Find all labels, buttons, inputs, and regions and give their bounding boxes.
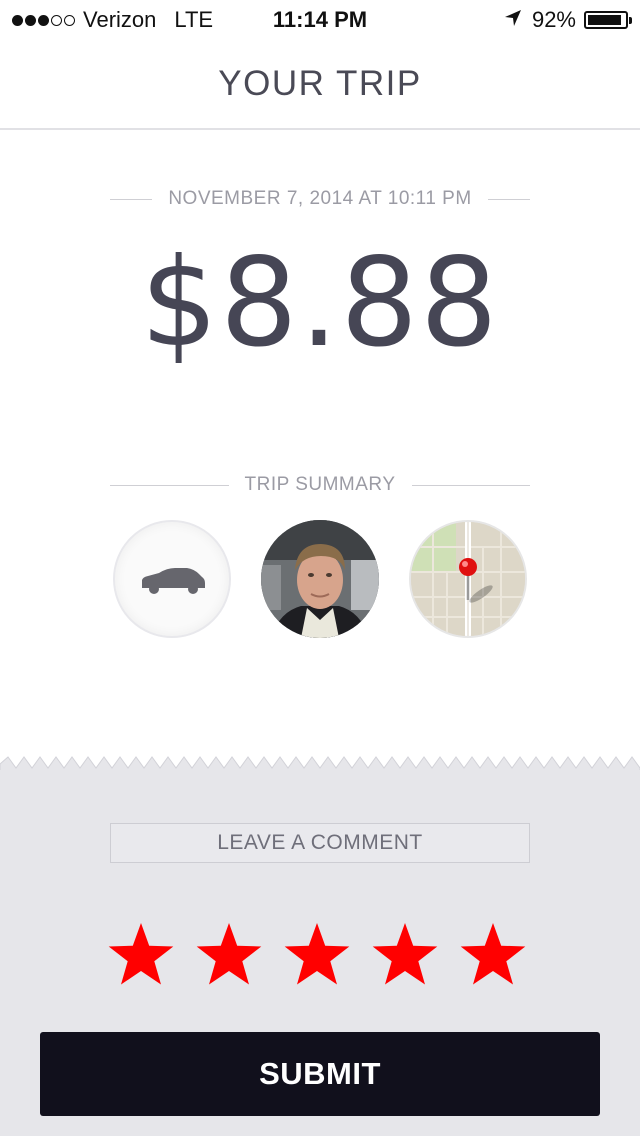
route-map-button[interactable]: [409, 520, 527, 638]
leave-comment-button[interactable]: LEAVE A COMMENT: [110, 823, 530, 863]
trip-datetime: NOVEMBER 7, 2014 AT 10:11 PM: [168, 188, 472, 209]
driver-summary-button[interactable]: [261, 520, 379, 638]
trip-summary-heading: TRIP SUMMARY: [110, 470, 530, 500]
battery-percent: 92%: [531, 7, 576, 32]
trip-fare: $8.88: [140, 232, 500, 374]
driver-photo: [261, 520, 379, 638]
vehicle-summary-button[interactable]: [113, 520, 231, 638]
page-title: YOUR TRIP: [218, 64, 422, 103]
status-bar-right: 92%: [504, 6, 632, 34]
divider-line: [411, 484, 530, 486]
divider-line: [110, 198, 153, 200]
battery-icon: [584, 11, 632, 29]
star-1-icon[interactable]: [106, 920, 176, 990]
star-5-icon[interactable]: [458, 920, 528, 990]
trip-date-heading: NOVEMBER 7, 2014 AT 10:11 PM: [110, 184, 530, 214]
star-rating[interactable]: [106, 920, 536, 990]
map-pin-icon: [411, 522, 525, 636]
star-3-icon[interactable]: [282, 920, 352, 990]
divider-line: [110, 484, 229, 486]
star-4-icon[interactable]: [370, 920, 440, 990]
submit-button[interactable]: SUBMIT: [40, 1032, 600, 1116]
car-icon: [115, 568, 229, 636]
status-bar: Verizon LTE 11:14 PM 92%: [0, 0, 640, 40]
star-2-icon[interactable]: [194, 920, 264, 990]
trip-summary-label: TRIP SUMMARY: [244, 474, 396, 495]
location-arrow-icon: [504, 7, 522, 33]
nav-bar: YOUR TRIP: [0, 40, 640, 130]
divider-line: [487, 198, 530, 200]
